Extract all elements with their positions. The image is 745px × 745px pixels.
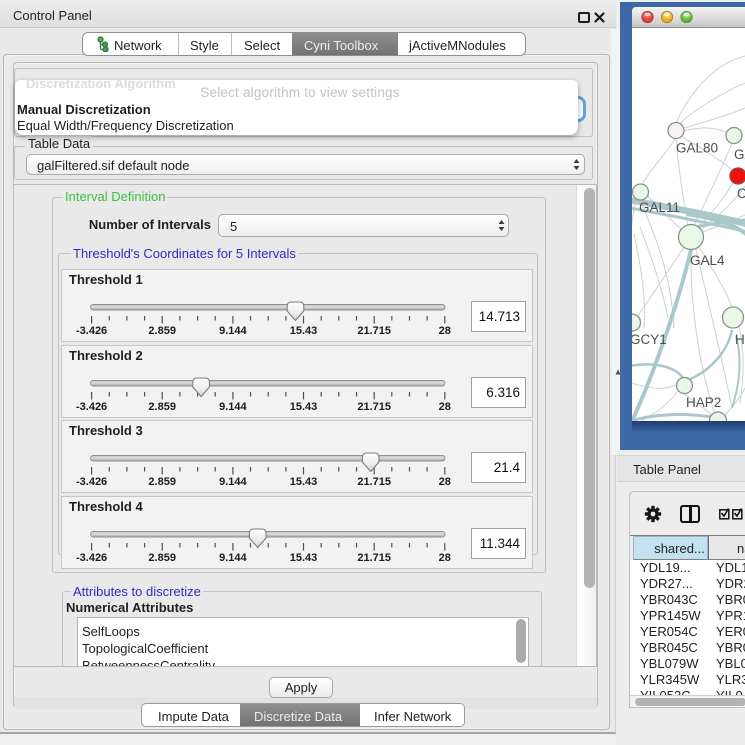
- svg-text:15.43: 15.43: [290, 401, 318, 413]
- svg-text:GAL4: GAL4: [690, 253, 725, 268]
- svg-text:2.859: 2.859: [148, 401, 176, 413]
- svg-text:HAP2: HAP2: [686, 395, 721, 410]
- svg-text:GAL11: GAL11: [639, 200, 680, 215]
- svg-text:15.43: 15.43: [290, 476, 318, 488]
- svg-text:C: C: [737, 186, 745, 201]
- svg-text:21.715: 21.715: [357, 401, 391, 413]
- svg-text:H: H: [735, 332, 745, 347]
- svg-text:21.715: 21.715: [357, 325, 391, 337]
- svg-text:9.144: 9.144: [219, 476, 247, 488]
- svg-text:9.144: 9.144: [219, 401, 247, 413]
- svg-text:-3.426: -3.426: [76, 552, 107, 564]
- svg-text:2.859: 2.859: [148, 552, 176, 564]
- svg-text:28: 28: [439, 325, 451, 337]
- svg-text:9.144: 9.144: [219, 325, 247, 337]
- svg-text:-3.426: -3.426: [76, 476, 107, 488]
- svg-text:28: 28: [439, 476, 451, 488]
- svg-text:2.859: 2.859: [148, 325, 176, 337]
- svg-text:2.859: 2.859: [148, 476, 176, 488]
- svg-text:28: 28: [439, 401, 451, 413]
- svg-text:-3.426: -3.426: [76, 401, 107, 413]
- svg-text:15.43: 15.43: [290, 325, 318, 337]
- svg-text:28: 28: [439, 552, 451, 564]
- svg-text:21.715: 21.715: [357, 476, 391, 488]
- svg-text:9.144: 9.144: [219, 552, 247, 564]
- svg-text:GCY1: GCY1: [632, 332, 667, 347]
- svg-text:-3.426: -3.426: [76, 325, 107, 337]
- svg-text:GAL80: GAL80: [676, 141, 718, 156]
- svg-text:15.43: 15.43: [290, 552, 318, 564]
- svg-text:21.715: 21.715: [357, 552, 391, 564]
- svg-text:GA: GA: [734, 147, 745, 162]
